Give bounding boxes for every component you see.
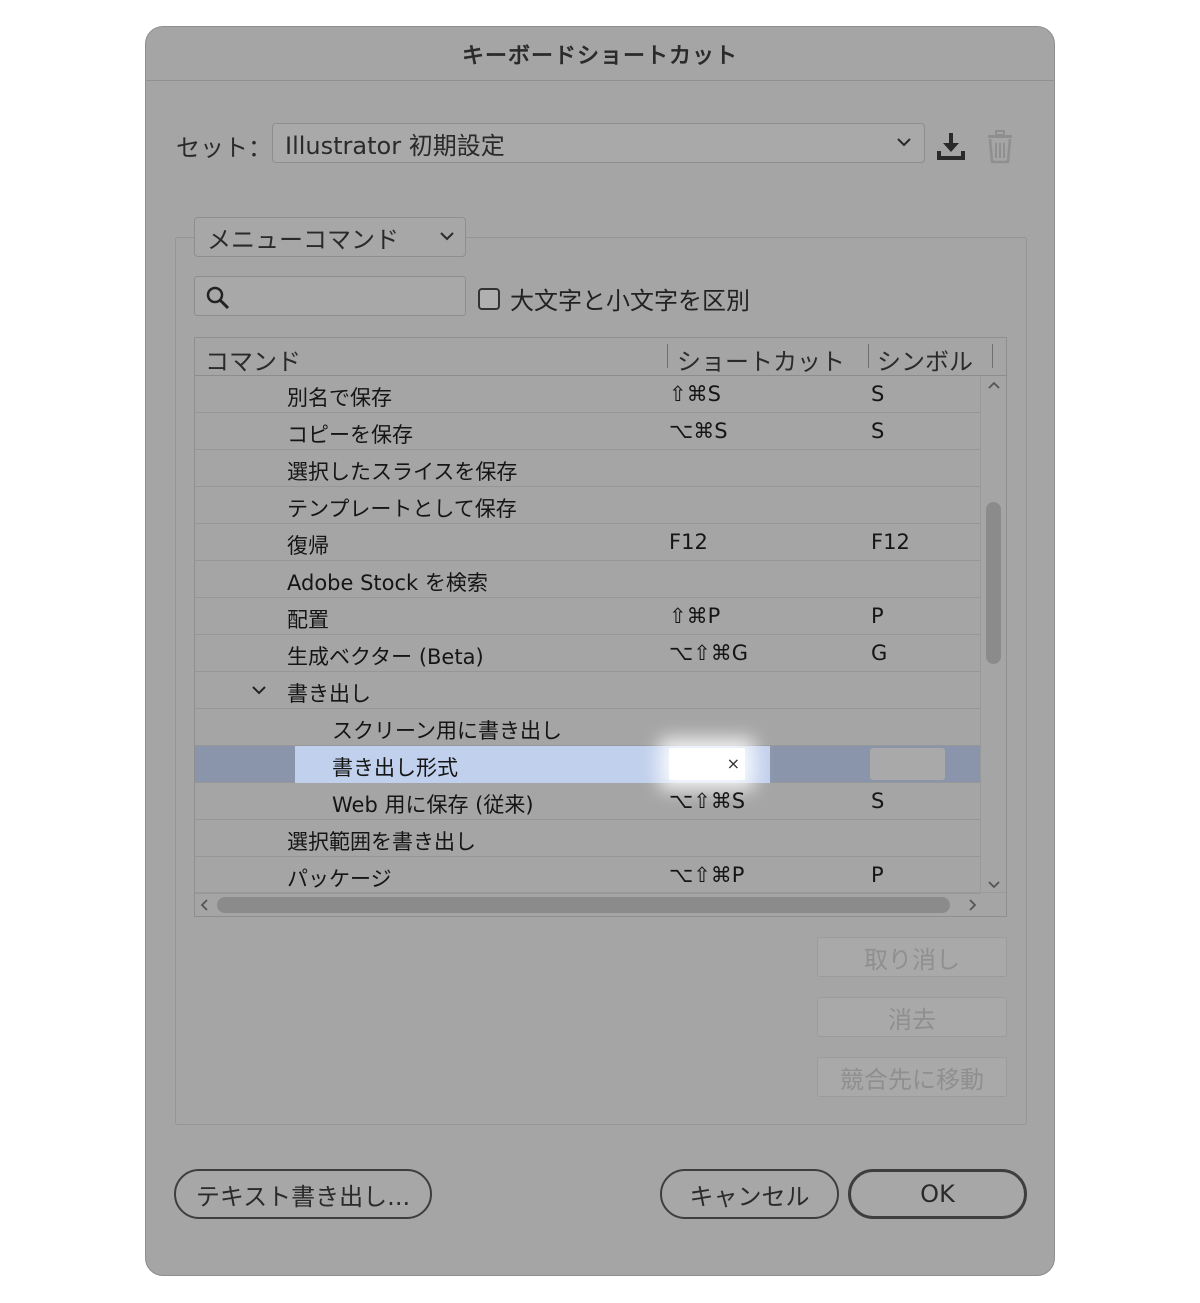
title-bar: キーボードショートカット bbox=[146, 27, 1054, 81]
table-row[interactable]: 別名で保存 ⇧⌘S S bbox=[195, 376, 982, 413]
table-row[interactable]: パッケージ ⌥⇧⌘P P bbox=[195, 857, 982, 894]
command-name: 復帰 bbox=[287, 534, 329, 558]
save-set-button[interactable] bbox=[933, 129, 969, 165]
command-name: 配置 bbox=[287, 608, 329, 632]
set-label: セット： bbox=[176, 134, 272, 162]
chevron-left-icon[interactable] bbox=[199, 898, 209, 912]
command-name: パッケージ bbox=[287, 867, 392, 891]
table-row-selected[interactable]: 書き出し形式 × bbox=[195, 746, 982, 783]
table-row[interactable]: Web 用に保存 (従来) ⌥⇧⌘S S bbox=[195, 783, 982, 820]
shortcut-value[interactable]: ⌥⇧⌘P bbox=[669, 863, 744, 887]
download-icon bbox=[937, 133, 965, 160]
column-divider[interactable] bbox=[868, 344, 869, 368]
command-name: 選択範囲を書き出し bbox=[287, 830, 476, 854]
symbol-value[interactable]: S bbox=[871, 789, 884, 813]
symbol-value[interactable]: G bbox=[871, 641, 887, 665]
horizontal-scroll-thumb[interactable] bbox=[217, 897, 950, 913]
export-text-button[interactable]: テキスト書き出し... bbox=[174, 1169, 432, 1219]
shortcut-value[interactable]: F12 bbox=[669, 530, 708, 554]
symbol-value[interactable]: P bbox=[871, 604, 884, 628]
symbol-input[interactable] bbox=[870, 748, 945, 780]
dialog-title: キーボードショートカット bbox=[461, 43, 738, 69]
case-sensitive-label: 大文字と小文字を区別 bbox=[510, 287, 750, 315]
command-name: Adobe Stock を検索 bbox=[287, 571, 488, 595]
cancel-button[interactable]: キャンセル bbox=[660, 1169, 839, 1219]
category-dropdown-value: メニューコマンド bbox=[207, 225, 399, 254]
table-row[interactable]: スクリーン用に書き出し bbox=[195, 709, 982, 746]
table-row[interactable]: テンプレートとして保存 bbox=[195, 487, 982, 524]
chevron-down-icon[interactable] bbox=[251, 684, 267, 696]
ok-button[interactable]: OK bbox=[848, 1169, 1027, 1219]
command-name: 生成ベクター (Beta) bbox=[287, 645, 484, 669]
command-name: スクリーン用に書き出し bbox=[332, 719, 562, 743]
symbol-value[interactable]: S bbox=[871, 382, 884, 406]
search-field[interactable] bbox=[194, 276, 466, 316]
symbol-value[interactable]: F12 bbox=[871, 530, 910, 554]
table-row[interactable]: 配置 ⇧⌘P P bbox=[195, 598, 982, 635]
shortcut-value[interactable]: ⌥⌘S bbox=[669, 419, 728, 443]
column-divider[interactable] bbox=[992, 344, 993, 368]
column-header-shortcut[interactable]: ショートカット bbox=[677, 342, 845, 377]
go-to-conflict-button[interactable]: 競合先に移動 bbox=[817, 1057, 1007, 1097]
table-row[interactable]: コピーを保存 ⌥⌘S S bbox=[195, 413, 982, 450]
command-name: 書き出し形式 bbox=[332, 756, 458, 780]
chevron-down-icon[interactable] bbox=[987, 880, 1001, 890]
table-row[interactable]: 生成ベクター (Beta) ⌥⇧⌘G G bbox=[195, 635, 982, 672]
case-sensitive-option[interactable]: 大文字と小文字を区別 bbox=[478, 281, 750, 316]
clear-button[interactable]: 消去 bbox=[817, 997, 1007, 1037]
keyboard-shortcuts-dialog: キーボードショートカット セット： Illustrator 初期設定 メニューコ… bbox=[145, 26, 1055, 1276]
set-dropdown-value: Illustrator 初期設定 bbox=[285, 131, 505, 160]
vertical-scrollbar[interactable] bbox=[980, 376, 1006, 894]
chevron-down-icon bbox=[440, 232, 454, 241]
command-name: 選択したスライスを保存 bbox=[287, 460, 518, 484]
shortcut-value[interactable]: ⇧⌘S bbox=[669, 382, 721, 406]
clear-shortcut-icon[interactable]: × bbox=[727, 754, 740, 773]
command-name: コピーを保存 bbox=[287, 423, 413, 447]
command-name: テンプレートとして保存 bbox=[287, 497, 517, 521]
command-name: 書き出し bbox=[287, 682, 371, 706]
undo-button[interactable]: 取り消し bbox=[817, 937, 1007, 977]
chevron-right-icon[interactable] bbox=[968, 898, 978, 912]
shortcut-value[interactable]: ⇧⌘P bbox=[669, 604, 720, 628]
horizontal-scrollbar[interactable] bbox=[195, 892, 1006, 916]
shortcut-table: コマンド ショートカット シンボル 別名で保存 ⇧⌘S S コピーを保存 ⌥⌘S… bbox=[194, 337, 1007, 917]
shortcut-input[interactable]: × bbox=[669, 748, 745, 780]
table-row[interactable]: 選択範囲を書き出し bbox=[195, 820, 982, 857]
table-header: コマンド ショートカット シンボル bbox=[195, 338, 1006, 376]
table-row-group-export[interactable]: 書き出し bbox=[195, 672, 982, 709]
column-header-symbol[interactable]: シンボル bbox=[877, 342, 973, 377]
chevron-up-icon[interactable] bbox=[987, 380, 1001, 390]
trash-icon bbox=[988, 130, 1012, 164]
delete-set-button[interactable] bbox=[982, 129, 1018, 165]
command-name: 別名で保存 bbox=[287, 386, 392, 410]
table-row[interactable]: 選択したスライスを保存 bbox=[195, 450, 982, 487]
symbol-value[interactable]: P bbox=[871, 863, 884, 887]
table-row[interactable]: 復帰 F12 F12 bbox=[195, 524, 982, 561]
shortcut-value[interactable]: ⌥⇧⌘S bbox=[669, 789, 745, 813]
vertical-scroll-thumb[interactable] bbox=[986, 502, 1001, 664]
chevron-down-icon bbox=[897, 138, 911, 147]
command-name: Web 用に保存 (従来) bbox=[332, 793, 534, 817]
search-icon bbox=[206, 286, 230, 310]
category-dropdown[interactable]: メニューコマンド bbox=[194, 217, 466, 257]
column-divider[interactable] bbox=[667, 344, 668, 368]
set-dropdown[interactable]: Illustrator 初期設定 bbox=[272, 123, 925, 163]
column-header-command[interactable]: コマンド bbox=[205, 342, 301, 377]
symbol-value[interactable]: S bbox=[871, 419, 884, 443]
table-row[interactable]: Adobe Stock を検索 bbox=[195, 561, 982, 598]
case-sensitive-checkbox[interactable] bbox=[478, 287, 500, 310]
table-body: 別名で保存 ⇧⌘S S コピーを保存 ⌥⌘S S 選択したスライスを保存 テンプ… bbox=[195, 376, 982, 894]
shortcut-value[interactable]: ⌥⇧⌘G bbox=[669, 641, 748, 665]
